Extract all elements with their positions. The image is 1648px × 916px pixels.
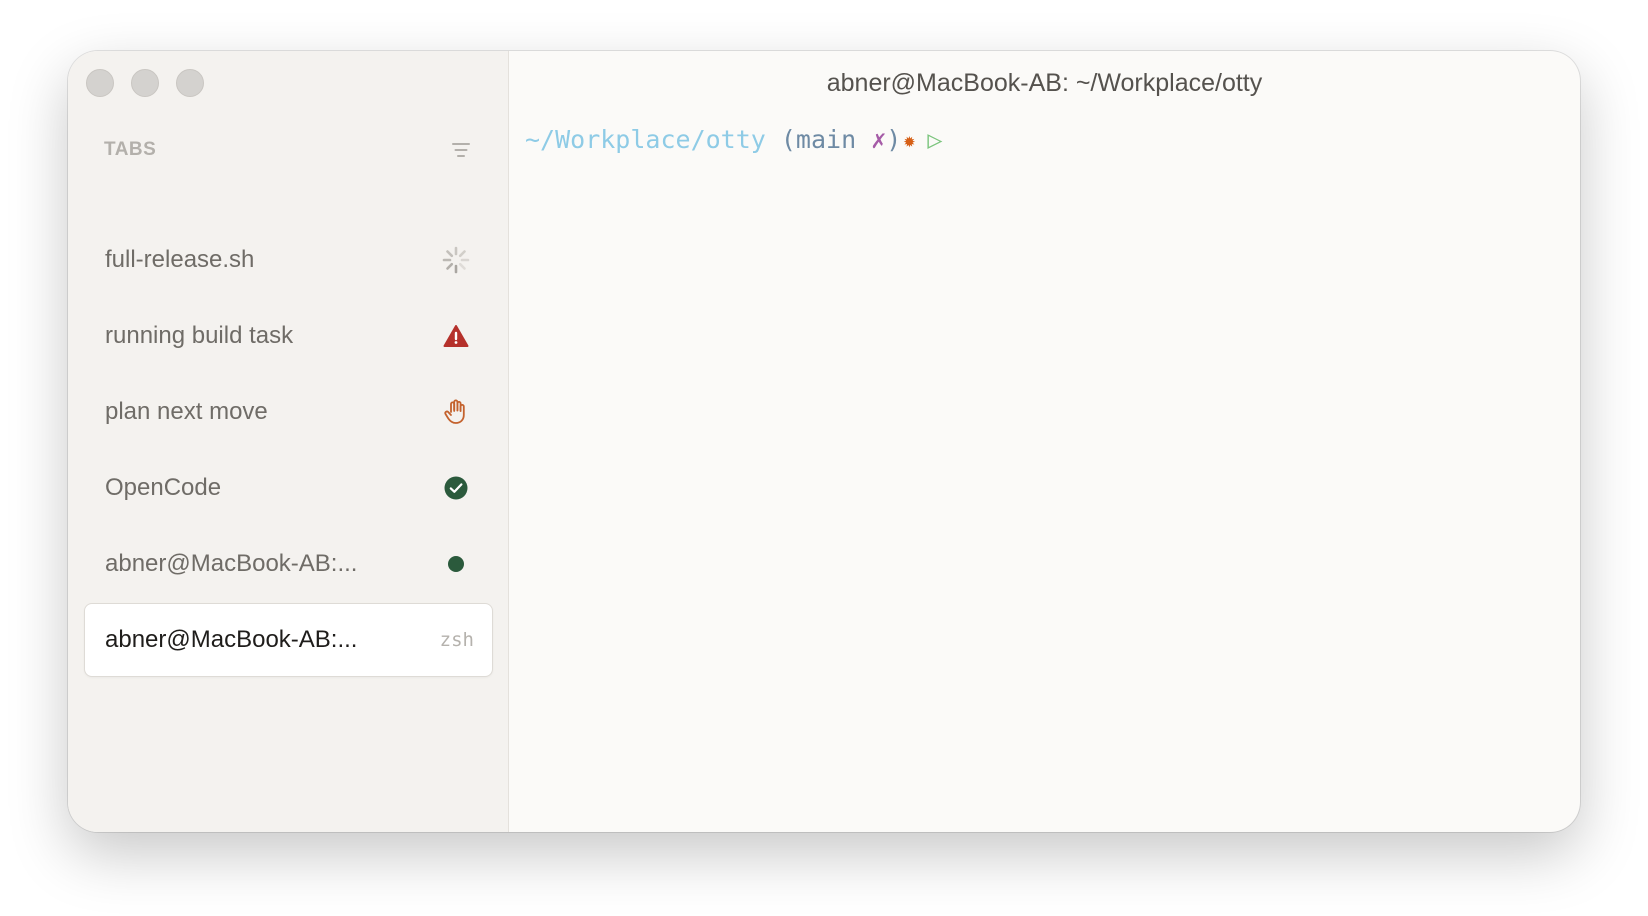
tab-label: running build task (105, 322, 294, 349)
dot-icon (438, 546, 474, 582)
window-title: abner@MacBook-AB: ~/Workplace/otty (826, 69, 1263, 97)
tab-label: plan next move (105, 398, 268, 425)
hand-icon (438, 394, 474, 430)
tab-label: full-release.sh (105, 246, 255, 273)
tab-abner-macbook-1[interactable]: abner@MacBook-AB:... (84, 527, 493, 601)
sidebar: TABS full-release.sh running build task … (68, 51, 509, 832)
prompt-path: ~/Workplace/otty (525, 125, 766, 154)
loading-spinner-icon (438, 242, 474, 278)
tab-running-build-task[interactable]: running build task (84, 299, 493, 373)
list-menu-icon (452, 143, 470, 157)
check-circle-icon (438, 470, 474, 506)
tabs-header: TABS (104, 137, 472, 163)
prompt-branch-close: ) (886, 125, 902, 154)
terminal-window: TABS full-release.sh running build task … (68, 51, 1580, 832)
tabs-title: TABS (104, 139, 157, 160)
shell-prompt: ~/Workplace/otty (main ✗) ✹ ▷ (525, 125, 942, 154)
prompt-dirty-mark: ✗ (871, 125, 887, 154)
zoom-button[interactable] (176, 69, 204, 97)
close-button[interactable] (86, 69, 114, 97)
list-menu-button[interactable] (450, 139, 472, 161)
tab-label: abner@MacBook-AB:... (105, 626, 358, 653)
tab-list: full-release.sh running build task plan … (84, 223, 493, 679)
prompt-star: ✹ (903, 127, 916, 152)
shell-label: zsh (439, 629, 474, 651)
tab-full-release[interactable]: full-release.sh (84, 223, 493, 297)
tab-opencode[interactable]: OpenCode (84, 451, 493, 525)
window-controls (86, 69, 204, 97)
terminal-pane[interactable]: abner@MacBook-AB: ~/Workplace/otty ~/Wor… (509, 51, 1580, 832)
tab-label: abner@MacBook-AB:... (105, 550, 358, 577)
prompt-branch-open: (main (765, 125, 872, 154)
tab-plan-next-move[interactable]: plan next move (84, 375, 493, 449)
prompt-symbol: ▷ (927, 125, 943, 154)
tab-abner-macbook-active[interactable]: abner@MacBook-AB:... zsh (84, 603, 493, 677)
warning-icon (438, 318, 474, 354)
tab-label: OpenCode (105, 474, 222, 501)
minimize-button[interactable] (131, 69, 159, 97)
